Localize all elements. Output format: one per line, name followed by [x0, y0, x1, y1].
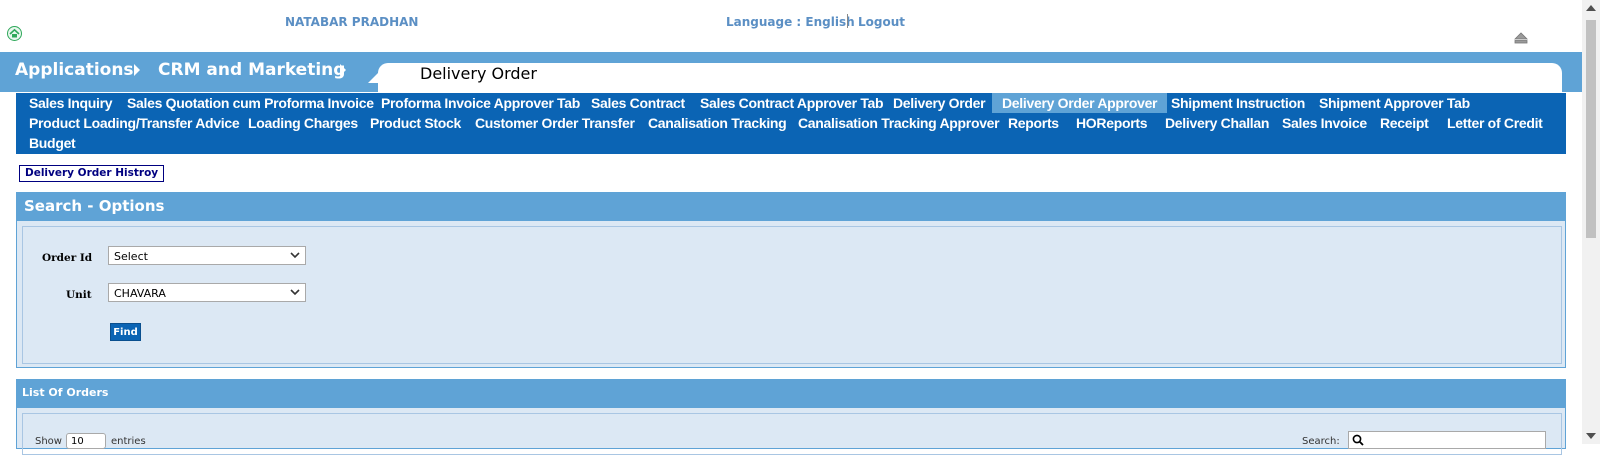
order-id-value: Select: [114, 250, 148, 263]
nav-sales-quotation[interactable]: Sales Quotation cum Proforma Invoice: [117, 93, 384, 113]
nav-product-stock[interactable]: Product Stock: [360, 113, 471, 133]
user-name: NATABAR PRADHAN: [285, 15, 419, 29]
separator: [847, 14, 848, 28]
search-icon: [1352, 434, 1364, 446]
unit-value: CHAVARA: [114, 287, 166, 300]
entries-value: 10: [71, 436, 84, 447]
breadcrumb-arrow-icon: [134, 64, 140, 76]
nav-shipment-approver[interactable]: Shipment Approver Tab: [1309, 93, 1480, 113]
nav-customer-order-transfer[interactable]: Customer Order Transfer: [465, 113, 645, 133]
nav-sales-contract-approver[interactable]: Sales Contract Approver Tab: [690, 93, 893, 113]
nav-sales-inquiry[interactable]: Sales Inquiry: [19, 93, 122, 113]
search-options-header: [16, 192, 1566, 221]
nav-budget[interactable]: Budget: [19, 133, 85, 153]
find-button[interactable]: Find: [110, 323, 141, 341]
nav-receipt[interactable]: Receipt: [1370, 113, 1438, 133]
page-title: Delivery Order: [420, 64, 537, 83]
show-label: Show: [35, 436, 62, 447]
eject-icon[interactable]: [1513, 32, 1529, 44]
chevron-down-icon: [290, 252, 300, 259]
list-of-orders-inner: [22, 413, 1562, 455]
chevron-down-icon: [290, 289, 300, 296]
nav-shipment-instruction[interactable]: Shipment Instruction: [1161, 93, 1315, 113]
nav-letter-of-credit[interactable]: Letter of Credit: [1437, 113, 1553, 133]
nav-sales-contract[interactable]: Sales Contract: [581, 93, 695, 113]
entries-label: entries: [111, 436, 146, 447]
nav-loading-charges[interactable]: Loading Charges: [238, 113, 368, 133]
nav-product-loading[interactable]: Product Loading/Transfer Advice: [19, 113, 249, 133]
breadcrumb-arrow-icon: [340, 64, 346, 76]
nav-delivery-order-approver[interactable]: Delivery Order Approver: [992, 93, 1168, 113]
nav-sales-invoice[interactable]: Sales Invoice: [1272, 113, 1377, 133]
language-link[interactable]: Language : English: [726, 15, 855, 29]
scrollbar-thumb[interactable]: [1586, 20, 1596, 238]
breadcrumb-applications[interactable]: Applications: [15, 60, 134, 80]
logout-link[interactable]: Logout: [858, 15, 905, 29]
nav-delivery-challan[interactable]: Delivery Challan: [1155, 113, 1279, 133]
home-icon[interactable]: [7, 26, 22, 41]
unit-select[interactable]: CHAVARA: [108, 283, 306, 302]
search-label: Search:: [1302, 436, 1340, 447]
breadcrumb-crm[interactable]: CRM and Marketing: [158, 60, 345, 80]
nav-proforma-approver[interactable]: Proforma Invoice Approver Tab: [371, 93, 590, 113]
nav-delivery-order[interactable]: Delivery Order: [883, 93, 995, 113]
unit-label: Unit: [66, 289, 92, 301]
nav-horeports[interactable]: HOReports: [1066, 113, 1157, 133]
nav-canalisation-approver[interactable]: Canalisation Tracking Approver: [788, 113, 1009, 133]
delivery-order-history-link[interactable]: Delivery Order Histroy: [19, 165, 165, 182]
list-of-orders-header: [16, 379, 1566, 408]
search-options-title: Search - Options: [24, 197, 165, 215]
list-of-orders-title: List Of Orders: [22, 386, 109, 399]
scroll-down-arrow-icon[interactable]: [1586, 433, 1596, 439]
order-id-select[interactable]: Select: [108, 246, 306, 265]
scroll-up-arrow-icon[interactable]: [1586, 5, 1596, 11]
order-id-label: Order Id: [42, 252, 93, 264]
entries-length-select[interactable]: 10: [66, 433, 106, 449]
list-search-input[interactable]: [1348, 431, 1546, 449]
nav-reports[interactable]: Reports: [998, 113, 1069, 133]
nav-canalisation-tracking[interactable]: Canalisation Tracking: [638, 113, 796, 133]
